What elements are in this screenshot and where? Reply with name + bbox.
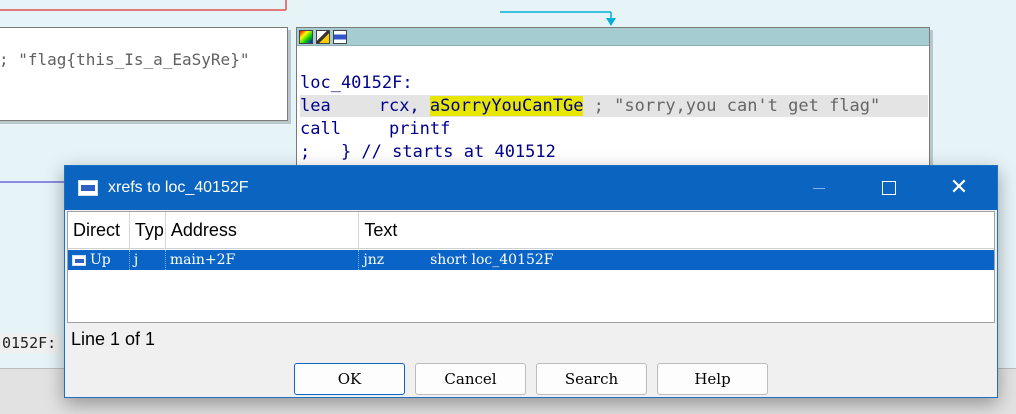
maximize-button[interactable]: [861, 166, 917, 210]
lea-operand-string-ref[interactable]: aSorryYouCanTGe: [429, 96, 584, 116]
cancel-button[interactable]: Cancel: [415, 363, 526, 395]
close-icon: ✕: [949, 175, 969, 200]
lea-operand-register: rcx,: [378, 96, 430, 116]
table-row[interactable]: Up j main+2F jnz short loc_40152F: [68, 250, 994, 270]
help-button[interactable]: Help: [657, 363, 768, 395]
flag-string-comment: ; "flag{this_Is_a_EaSyRe}": [0, 50, 250, 69]
column-header-address[interactable]: Address: [166, 212, 360, 249]
dialog-titlebar[interactable]: xrefs to loc_40152F ✕: [65, 166, 997, 210]
search-button[interactable]: Search: [536, 363, 647, 395]
cell-direction: Up: [68, 250, 130, 270]
graph-node-loc-40152f[interactable]: loc_40152F: lea rcx, aSorryYouCanTGe ; "s…: [296, 27, 930, 177]
direction-value: Up: [90, 252, 111, 268]
text-mnemonic: jnz: [363, 252, 385, 268]
cell-address: main+2F: [166, 250, 360, 270]
cell-text: jnz short loc_40152F: [359, 250, 994, 270]
xref-row-icon: [72, 254, 86, 266]
call-mnemonic: call: [300, 119, 341, 139]
minimize-button[interactable]: [791, 166, 847, 210]
node-header: [297, 28, 929, 46]
maximize-icon: [882, 181, 896, 195]
list-header: Direct Typ Address Text: [68, 212, 994, 249]
xrefs-list[interactable]: Direct Typ Address Text Up j main+2F jnz…: [67, 211, 995, 323]
lea-mnemonic: lea: [300, 96, 331, 116]
column-header-type[interactable]: Typ: [130, 212, 166, 249]
xref-graph-icon[interactable]: [333, 29, 347, 44]
code-call-line[interactable]: call printf: [300, 118, 450, 140]
xref-window-icon: [78, 180, 98, 196]
close-button[interactable]: ✕: [931, 166, 987, 210]
dialog-button-row: OK Cancel Search Help: [65, 363, 997, 395]
rename-pencil-icon[interactable]: [316, 29, 330, 44]
column-header-text[interactable]: Text: [359, 212, 994, 249]
dialog-title: xrefs to loc_40152F: [108, 179, 249, 196]
xrefs-dialog: xrefs to loc_40152F ✕ Direct Typ Address…: [64, 165, 998, 398]
lea-comment: ; "sorry,you can't get flag": [583, 96, 881, 116]
text-operand: short loc_40152F: [430, 252, 554, 268]
code-end-comment: ; } // starts at 401512: [300, 142, 556, 162]
column-header-direction[interactable]: Direct: [68, 212, 130, 249]
graph-node-left[interactable]: ; "flag{this_Is_a_EaSyRe}": [0, 27, 288, 121]
code-label-line[interactable]: loc_40152F:: [300, 72, 413, 94]
status-line: Line 1 of 1: [71, 329, 156, 349]
cell-type: j: [130, 250, 166, 270]
address-fragment: 0152F:: [0, 333, 59, 353]
minimize-icon: [813, 187, 825, 189]
color-palette-icon[interactable]: [299, 29, 313, 44]
call-operand[interactable]: printf: [389, 119, 450, 139]
ok-button[interactable]: OK: [294, 363, 405, 395]
code-lea-line[interactable]: lea rcx, aSorryYouCanTGe ; "sorry,you can…: [300, 95, 928, 117]
